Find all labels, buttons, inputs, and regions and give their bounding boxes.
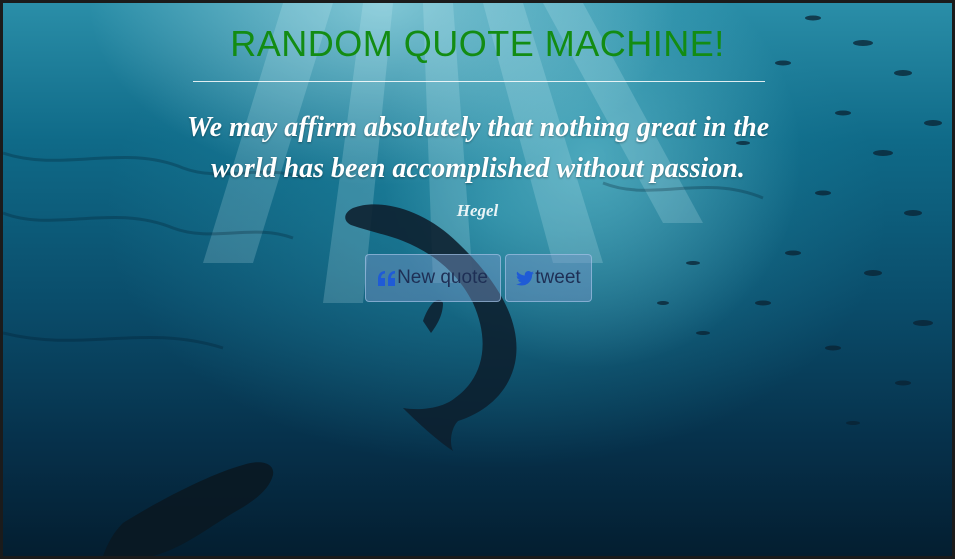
- tweet-button[interactable]: tweet: [505, 254, 592, 302]
- quote-left-icon: [378, 270, 396, 286]
- page-title: RANDOM QUOTE MACHINE!: [230, 23, 725, 64]
- quote-text: We may affirm absolutely that nothing gr…: [186, 112, 770, 184]
- quote-author: Hegel: [456, 201, 499, 220]
- quote-box: RANDOM QUOTE MACHINE! We may affirm abso…: [3, 3, 952, 556]
- tweet-label: tweet: [535, 267, 581, 288]
- new-quote-label: New quote: [397, 267, 488, 288]
- title-divider: [193, 81, 765, 82]
- background-image: RANDOM QUOTE MACHINE! We may affirm abso…: [3, 3, 952, 556]
- new-quote-button[interactable]: New quote: [365, 254, 501, 302]
- twitter-icon: [516, 270, 535, 286]
